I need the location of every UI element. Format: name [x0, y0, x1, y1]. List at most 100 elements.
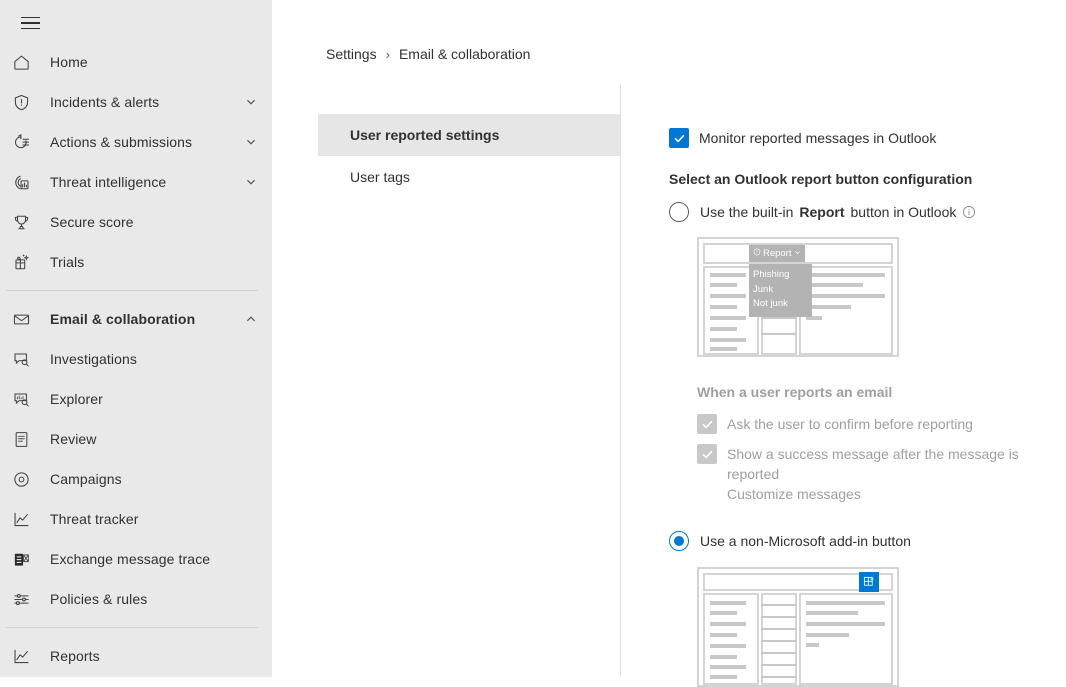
primary-sidebar: Home Incidents & alerts Actions & submis…	[0, 0, 272, 677]
preview-divider	[761, 616, 797, 618]
sidebar-item-exchange-message-trace[interactable]: Exchange message trace	[0, 539, 272, 579]
sidebar-item-label: Reports	[50, 648, 100, 664]
trials-gift-icon	[12, 252, 40, 272]
sidebar-item-threat-tracker[interactable]: Threat tracker	[0, 499, 272, 539]
sidebar-item-incidents-and-alerts[interactable]: Incidents & alerts	[0, 82, 272, 122]
home-icon	[12, 52, 40, 72]
panel-divider	[620, 85, 621, 677]
sidebar-item-reports[interactable]: Reports	[0, 636, 272, 676]
builtin-report-button-option-row[interactable]: Use the built-in Report button in Outloo…	[669, 202, 1066, 222]
preview-bar	[806, 294, 885, 298]
preview-bar	[710, 622, 746, 626]
settings-tab-list: User reported settings User tags	[318, 114, 620, 198]
non-microsoft-addin-label: Use a non-Microsoft add-in button	[700, 533, 911, 549]
sidebar-item-label: Email & collaboration	[50, 311, 196, 327]
sidebar-item-policies-and-rules[interactable]: Policies & rules	[0, 579, 272, 619]
preview-bar	[710, 338, 746, 342]
tab-user-tags[interactable]: User tags	[318, 156, 620, 198]
sidebar-item-investigations[interactable]: Investigations	[0, 339, 272, 379]
sidebar-item-label: Incidents & alerts	[50, 94, 160, 110]
monitor-reported-messages-row[interactable]: Monitor reported messages in Outlook	[669, 128, 1066, 148]
sidebar-item-label: Investigations	[50, 351, 138, 367]
chevron-down-icon[interactable]	[244, 95, 258, 109]
sidebar-item-label: Threat tracker	[50, 511, 139, 527]
addin-grid-icon	[859, 572, 879, 592]
preview-report-dropdown-menu: Phishing Junk Not junk	[749, 264, 812, 317]
reports-chart-icon	[12, 646, 40, 666]
monitor-reported-messages-label: Monitor reported messages in Outlook	[699, 130, 937, 146]
preview-bar	[806, 633, 849, 637]
builtin-label-strong: Report	[799, 204, 845, 220]
preview-bar	[806, 611, 858, 615]
preview-divider	[761, 628, 797, 630]
dropdown-item: Phishing	[753, 269, 790, 280]
sidebar-divider	[6, 627, 258, 628]
sidebar-item-label: Policies & rules	[50, 591, 148, 607]
breadcrumb-settings[interactable]: Settings	[326, 46, 377, 62]
breadcrumb-email-and-collaboration[interactable]: Email & collaboration	[399, 46, 531, 62]
chevron-up-icon[interactable]	[244, 312, 258, 326]
chevron-down-icon[interactable]	[244, 135, 258, 149]
when-reports-heading: When a user reports an email	[697, 384, 893, 400]
hamburger-icon[interactable]	[6, 4, 54, 42]
dropdown-item: Not junk	[753, 298, 788, 309]
tab-user-reported-settings[interactable]: User reported settings	[318, 114, 620, 156]
trophy-icon	[12, 212, 40, 232]
preview-list-pane	[703, 593, 759, 685]
customize-messages-link[interactable]: Customize messages	[727, 486, 1066, 502]
shield-alert-icon	[12, 92, 40, 112]
sidebar-item-home[interactable]: Home	[0, 42, 272, 82]
ask-confirm-row: Ask the user to confirm before reporting	[697, 414, 1066, 434]
breadcrumb-separator-icon: ›	[385, 46, 390, 62]
breadcrumb: Settings › Email & collaboration	[326, 46, 530, 62]
preview-bar	[806, 601, 885, 605]
preview-bar	[710, 327, 737, 331]
hamburger-line	[20, 22, 40, 24]
preview-divider	[761, 676, 797, 678]
preview-bar	[710, 655, 737, 659]
trend-chart-icon	[12, 509, 40, 529]
preview-reading-pane	[799, 593, 893, 685]
sidebar-item-actions-and-submissions[interactable]: Actions & submissions	[0, 122, 272, 162]
dropdown-item: Junk	[753, 283, 774, 295]
preview-divider	[761, 333, 797, 335]
sidebar-item-campaigns[interactable]: Campaigns	[0, 459, 272, 499]
builtin-report-button-preview: Report Phishing Junk Not junk	[697, 237, 899, 357]
sidebar-item-explorer[interactable]: Explorer	[0, 379, 272, 419]
preview-bar	[710, 305, 737, 309]
builtin-label-before: Use the built-in	[700, 204, 794, 220]
sidebar-item-label: Trials	[50, 254, 85, 270]
sidebar-item-review[interactable]: Review	[0, 419, 272, 459]
chevron-down-icon	[794, 248, 801, 259]
info-circle-icon[interactable]	[962, 205, 976, 219]
preview-bar	[710, 665, 746, 669]
sidebar-item-trials[interactable]: Trials	[0, 242, 272, 282]
sidebar-item-secure-score[interactable]: Secure score	[0, 202, 272, 242]
sidebar-item-label: Secure score	[50, 214, 134, 230]
hamburger-line	[20, 27, 40, 30]
non-microsoft-addin-option-row[interactable]: Use a non-Microsoft add-in button	[669, 531, 1066, 551]
investigations-icon	[12, 349, 40, 369]
sidebar-divider	[6, 290, 258, 291]
exchange-icon	[12, 549, 40, 569]
non-microsoft-addin-radio[interactable]	[669, 531, 689, 551]
user-reported-settings-pane: Monitor reported messages in Outlook Sel…	[669, 128, 1066, 687]
sidebar-item-threat-intelligence[interactable]: Threat intelligence	[0, 162, 272, 202]
sidebar-item-email-and-collaboration[interactable]: Email & collaboration	[0, 299, 272, 339]
preview-bar	[806, 283, 863, 287]
builtin-report-button-radio[interactable]	[669, 202, 689, 222]
success-message-checkbox	[697, 444, 717, 464]
sidebar-item-label: Actions & submissions	[50, 134, 193, 150]
preview-report-label: Report	[763, 248, 792, 259]
preview-bar	[710, 347, 737, 351]
threat-radar-icon	[12, 172, 40, 192]
builtin-report-button-label: Use the built-in Report button in Outloo…	[700, 202, 976, 222]
preview-bar	[710, 283, 737, 287]
preview-bar	[710, 316, 746, 320]
preview-bar	[710, 675, 737, 679]
preview-reading-pane	[799, 266, 893, 355]
preview-bar	[710, 611, 737, 615]
sidebar-item-label: Home	[50, 54, 88, 70]
chevron-down-icon[interactable]	[244, 175, 258, 189]
monitor-reported-messages-checkbox[interactable]	[669, 128, 689, 148]
